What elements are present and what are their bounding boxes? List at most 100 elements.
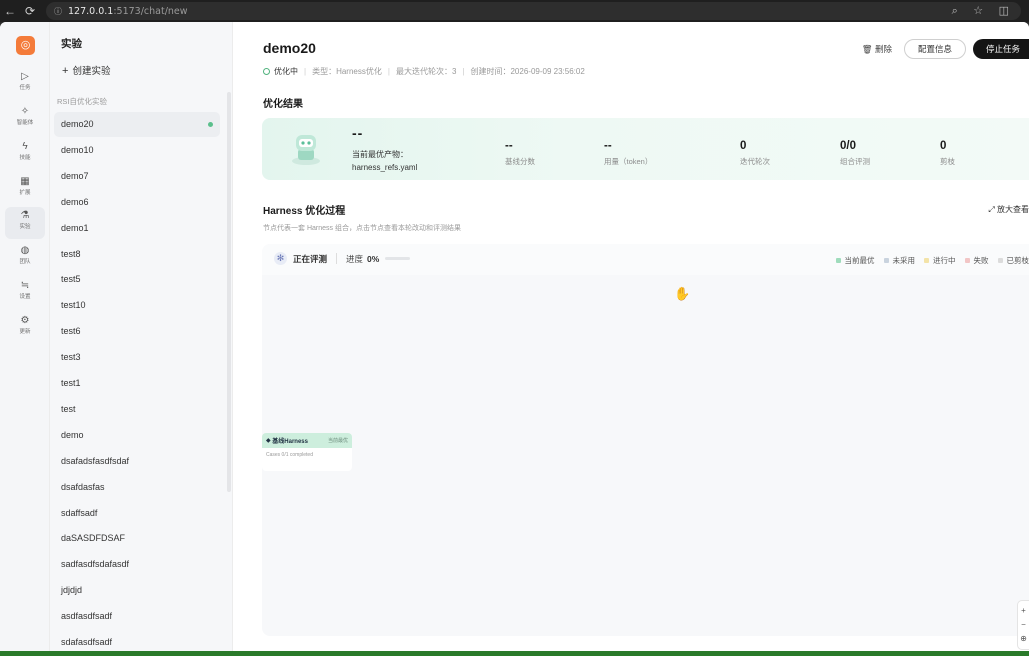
- browser-action-icons[interactable]: ⌕ ☆ ◫: [952, 4, 1015, 18]
- sparkle-icon: ✧: [20, 106, 30, 117]
- delete-button[interactable]: 🗑 删除: [862, 43, 892, 55]
- result-heading: 优化结果: [263, 99, 303, 110]
- legend-label: 未采用: [892, 256, 916, 265]
- rail-label: 智能体: [16, 120, 34, 126]
- expand-icon: ⤢: [988, 205, 995, 214]
- running-dot-icon: [208, 122, 213, 127]
- url-host: 127.0.0.1: [68, 5, 114, 17]
- stop-task-button[interactable]: 停止任务: [972, 39, 1029, 59]
- rail-label: 团队: [19, 259, 31, 265]
- experiment-item-label: demo7: [61, 170, 89, 181]
- legend-swatch: [924, 258, 929, 263]
- experiment-item[interactable]: test6: [54, 319, 220, 344]
- experiment-item-label: demo10: [61, 144, 94, 155]
- process-heading: Harness 优化过程: [263, 206, 346, 217]
- rail-item-team[interactable]: ◍ 团队: [5, 242, 45, 274]
- create-experiment-label: 创建实验: [72, 66, 111, 77]
- rail-item-skills[interactable]: ϟ 技能: [5, 138, 45, 170]
- status-text: 优化中: [274, 67, 298, 76]
- expand-view-button[interactable]: ⤢ 放大查看: [988, 204, 1029, 215]
- zoom-in-button[interactable]: +: [1018, 604, 1029, 618]
- experiment-item[interactable]: test3: [54, 345, 220, 370]
- url-path: :5173/chat/new: [113, 5, 188, 17]
- experiment-item[interactable]: demo10: [54, 138, 220, 163]
- experiment-item-label: demo20: [61, 119, 94, 129]
- plus-icon: +: [62, 65, 69, 77]
- graph-canvas[interactable]: ✻ 正在评测 进度 0% 当前最优 未采用 进行中 失败 已剪枝 ✋ ◆ 基线Harne…: [262, 244, 1029, 650]
- experiment-item-label: jdjdjd: [61, 585, 83, 596]
- site-info-icon[interactable]: ⓘ: [54, 6, 62, 17]
- rail-item-extensions[interactable]: ▦ 扩展: [5, 173, 45, 205]
- experiment-item[interactable]: demo20: [54, 112, 220, 137]
- rail-item-agents[interactable]: ✧ 智能体: [5, 103, 45, 135]
- stat-pruned: 0 剪枝: [940, 140, 955, 167]
- address-bar[interactable]: ⓘ 127.0.0.1:5173/chat/new ⌕ ☆ ◫: [46, 2, 1021, 20]
- experiment-item-label: test6: [61, 326, 81, 337]
- rail-label: 实验: [19, 224, 31, 230]
- reload-icon[interactable]: ⟳: [20, 4, 40, 18]
- experiment-item[interactable]: test8: [54, 242, 220, 267]
- experiment-item-label: sdaffsadf: [61, 507, 98, 518]
- experiment-item[interactable]: sdafasdfsadf: [54, 630, 220, 651]
- back-icon[interactable]: ←: [0, 4, 20, 18]
- rail-item-experiments[interactable]: ⚗ 实验: [5, 207, 45, 239]
- progress-label: 进度: [346, 253, 364, 264]
- experiment-item[interactable]: jdjdjd: [54, 578, 220, 603]
- bolt-icon: ϟ: [22, 141, 28, 152]
- experiment-item-label: test8: [61, 248, 81, 259]
- rail-item-update[interactable]: ⚙ 更新: [5, 312, 45, 344]
- experiment-item[interactable]: demo6: [54, 190, 220, 215]
- experiment-sidebar: 实验 + 创建实验 RSI自优化实验 demo20 demo10 demo7 demo6…: [50, 22, 233, 651]
- zoom-out-button[interactable]: −: [1018, 618, 1029, 632]
- experiment-item-label: test: [61, 403, 76, 414]
- stat-iterations: 0 迭代轮次: [740, 140, 770, 167]
- legend-swatch: [835, 258, 841, 263]
- rail-item-tasks[interactable]: ▷ 任务: [5, 68, 45, 100]
- experiment-item[interactable]: demo7: [54, 164, 220, 189]
- progress-value: 0%: [367, 253, 380, 264]
- experiment-item[interactable]: test10: [54, 293, 220, 318]
- status-ring-icon: [263, 68, 270, 75]
- stat-value: 0: [740, 140, 747, 152]
- fit-view-button[interactable]: ⊕: [1018, 632, 1029, 646]
- experiment-item[interactable]: demo: [54, 423, 220, 448]
- experiment-item[interactable]: asdfasdfsadf: [54, 604, 220, 629]
- node-header: ◆ 基线Harness 当前最优: [262, 433, 352, 448]
- trash-icon: 🗑: [861, 44, 873, 54]
- experiment-item[interactable]: demo1: [54, 216, 220, 241]
- header-actions: 🗑 删除 配置信息 停止任务: [862, 39, 1029, 59]
- experiment-item[interactable]: test5: [54, 267, 220, 292]
- rail-label: 扩展: [19, 190, 31, 196]
- config-info-button[interactable]: 配置信息: [903, 39, 966, 59]
- rail-item-settings[interactable]: ≒ 设置: [5, 277, 45, 309]
- legend-swatch: [883, 258, 889, 263]
- process-description: 节点代表一套 Harness 组合，点击节点查看本轮改动和评测结果: [263, 225, 461, 232]
- legend-swatch: [997, 258, 1003, 263]
- progress-bar: [385, 257, 411, 260]
- sidebar-scrollbar[interactable]: [227, 92, 231, 492]
- experiment-item-label: asdfasdfsadf: [61, 611, 113, 622]
- experiment-item-label: dsafadsfasdfsdaf: [61, 455, 130, 466]
- graph-node-baseline[interactable]: ◆ 基线Harness 当前最优 Cases 0/1 completed: [262, 433, 352, 471]
- experiment-item[interactable]: test: [54, 397, 220, 422]
- experiment-item-label: demo1: [61, 222, 89, 233]
- result-card: -- 当前最优产物： harness_refs.yaml -- 基线分数 -- 用量…: [262, 118, 1029, 180]
- app-logo-icon[interactable]: ◎: [16, 36, 35, 55]
- expand-label: 放大查看: [997, 205, 1029, 214]
- experiment-item[interactable]: sadfasdfsdafasdf: [54, 552, 220, 577]
- experiment-item[interactable]: dsafadsfasdfsdaf: [54, 449, 220, 474]
- legend-label: 当前最优: [844, 256, 875, 265]
- experiment-item[interactable]: dsafdasfas: [54, 475, 220, 500]
- experiment-item-label: sadfasdfsdafasdf: [61, 559, 130, 570]
- experiment-item[interactable]: daSASDFDSAF: [54, 526, 220, 551]
- experiment-item[interactable]: sdaffsadf: [54, 501, 220, 526]
- node-title: 基线Harness: [272, 439, 308, 445]
- rail-label: 更新: [19, 329, 31, 335]
- app-window: ◎ ▷ 任务 ✧ 智能体 ϟ 技能 ▦ 扩展 ⚗ 实验 ◍ 团队 ≒ 设置 ⚙ 更新 实验 + 创…: [0, 22, 1029, 651]
- stat-label: 基线分数: [505, 157, 535, 166]
- legend-item: 未采用: [883, 255, 916, 266]
- create-experiment-button[interactable]: + 创建实验: [62, 63, 110, 77]
- stat-value: 0: [940, 140, 947, 152]
- flask-icon: ⚗: [20, 210, 30, 221]
- experiment-item[interactable]: test1: [54, 371, 220, 396]
